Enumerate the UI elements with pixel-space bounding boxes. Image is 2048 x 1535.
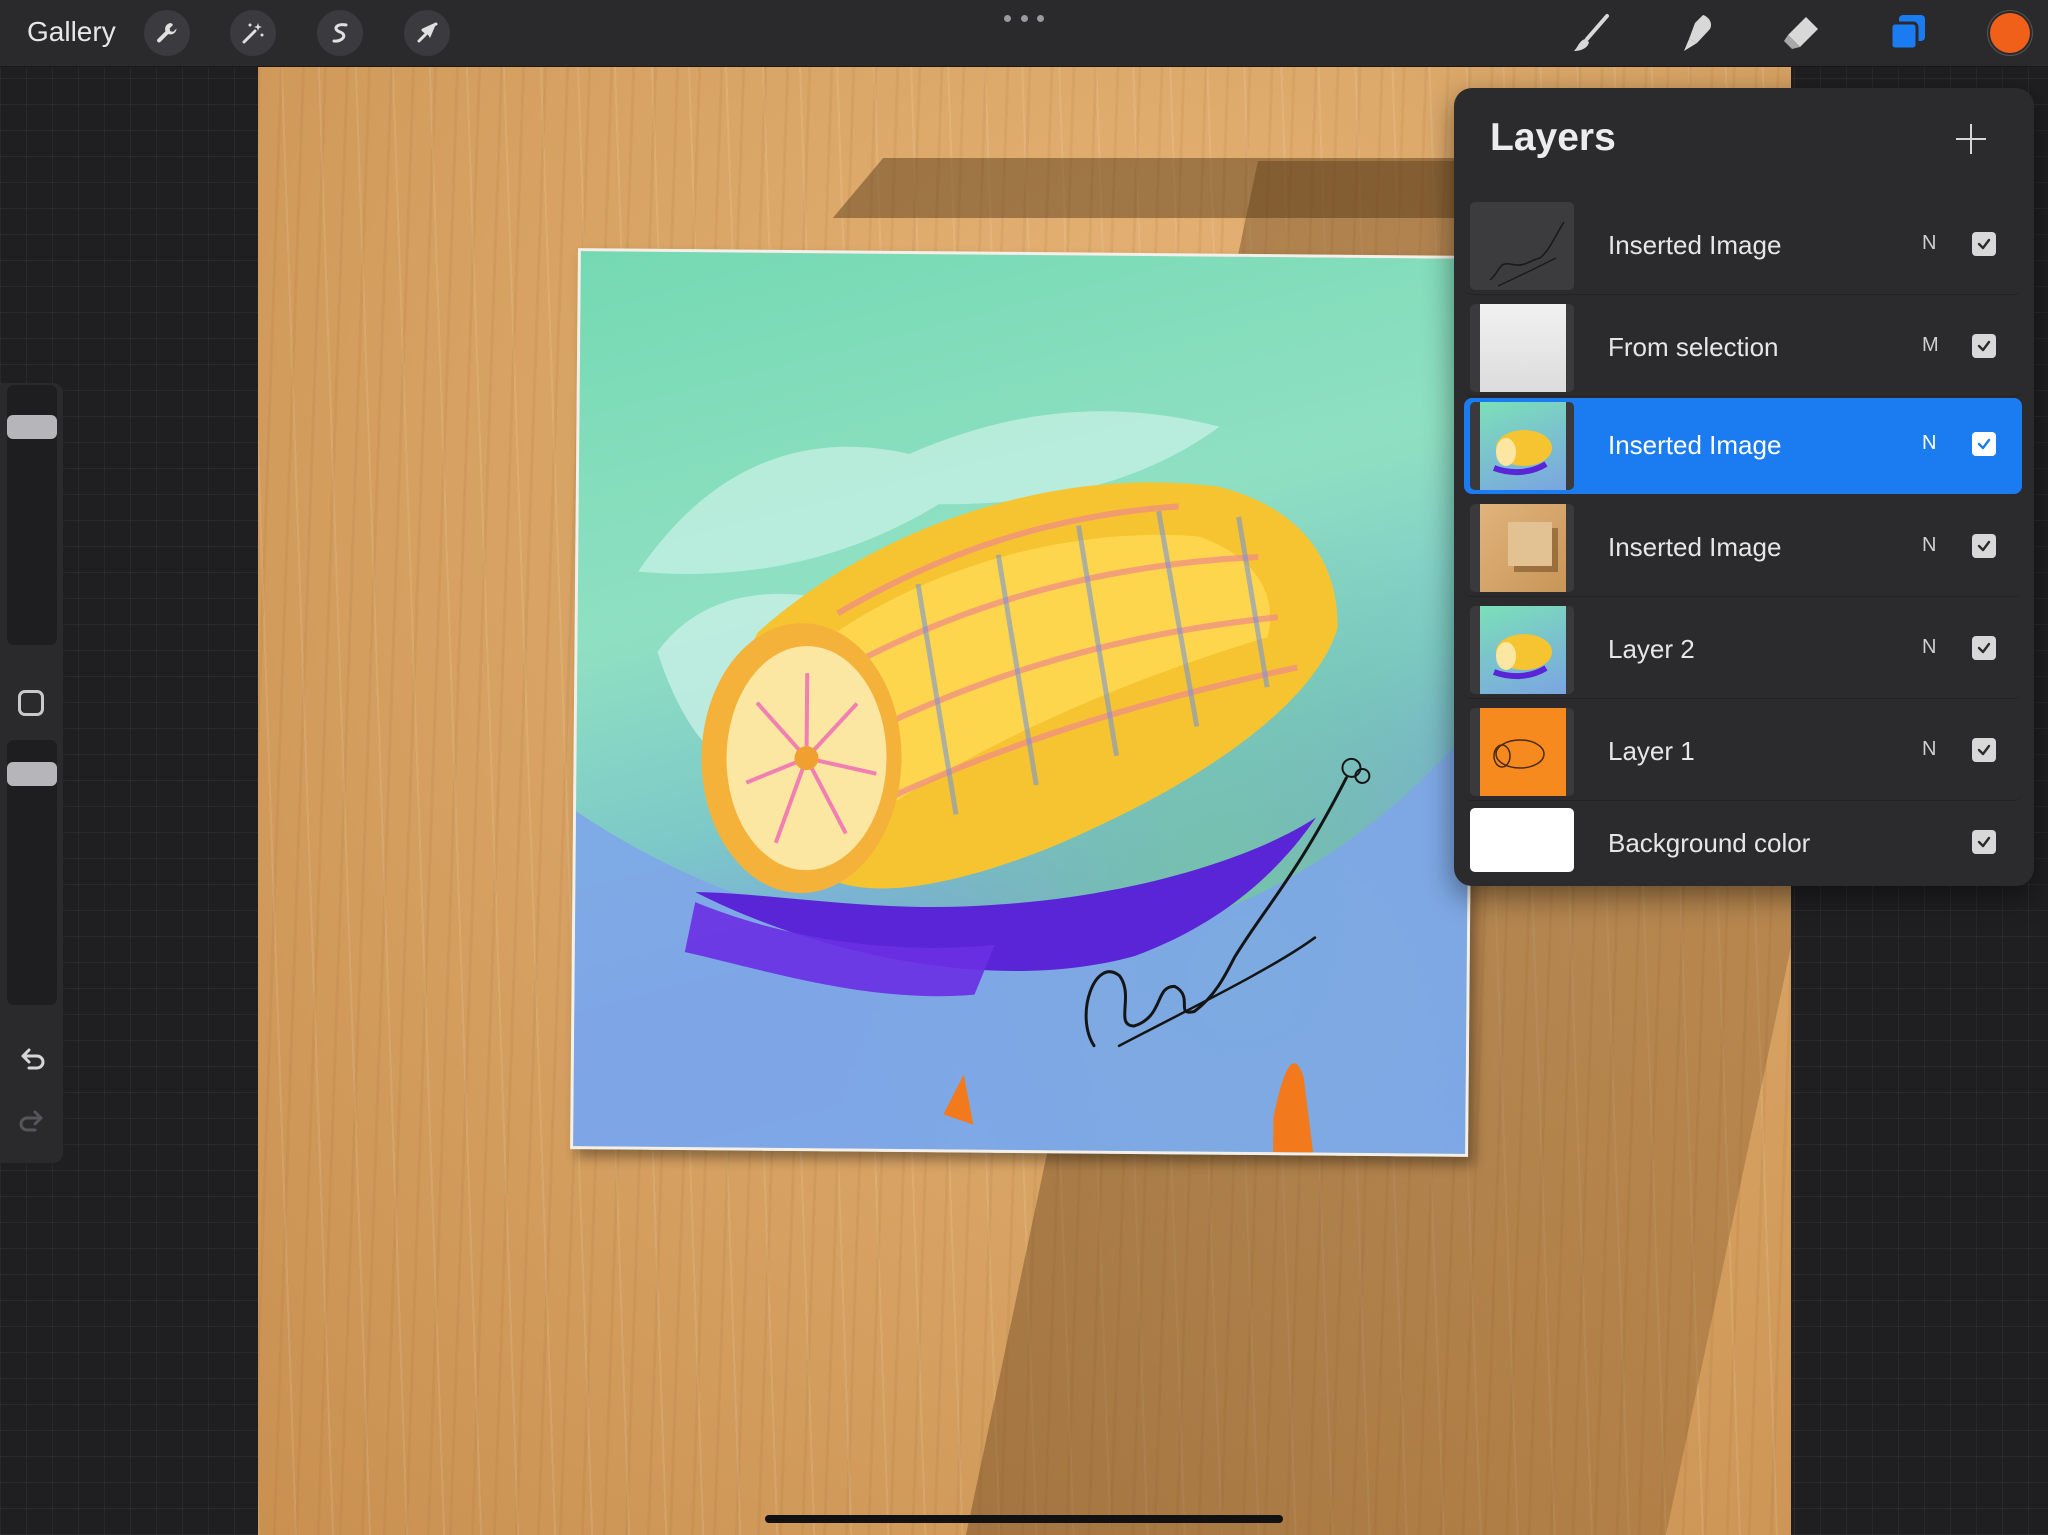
visibility-checkbox[interactable] [1972,432,1996,456]
layer-name: From selection [1608,332,1779,362]
layers-icon[interactable] [1882,8,1932,58]
layer-row[interactable]: Background color [1464,796,2022,892]
layer-row[interactable]: Inserted Image N [1464,500,2022,597]
layer-name: Inserted Image [1608,532,1782,562]
plus-icon[interactable] [1954,122,1988,156]
opacity-thumb[interactable] [7,762,57,786]
layer-row[interactable]: From selection M [1464,300,2022,397]
layer-row[interactable]: Inserted Image N [1464,198,2022,295]
layer-name: Inserted Image [1608,430,1782,460]
brush-icon[interactable] [1566,8,1616,58]
layer-thumbnail[interactable] [1470,504,1574,592]
blend-mode-button[interactable]: M [1922,334,1939,357]
undo-icon[interactable] [14,1041,50,1077]
blend-mode-button[interactable]: N [1922,432,1936,455]
checkmark-icon [1977,744,1991,756]
blend-mode-button[interactable]: N [1922,534,1936,557]
gallery-button[interactable]: Gallery [27,16,116,48]
arrow-cursor-icon[interactable] [404,10,450,56]
opacity-slider[interactable] [7,740,57,1005]
checkmark-icon [1977,642,1991,654]
corn-painting [570,248,1476,1157]
blend-mode-button[interactable]: N [1922,636,1936,659]
layer-name: Background color [1608,828,1811,858]
modify-button[interactable] [18,690,44,716]
layer-row[interactable]: Layer 1 N [1464,704,2022,801]
layer-name: Layer 1 [1608,736,1695,766]
layer-name: Inserted Image [1608,230,1782,260]
layer-thumbnail[interactable] [1470,708,1574,796]
color-picker-button[interactable] [1990,13,2030,53]
eraser-icon[interactable] [1777,8,1827,58]
layer-thumbnail[interactable] [1470,402,1574,490]
checkmark-icon [1977,238,1991,250]
visibility-checkbox[interactable] [1972,534,1996,558]
layer-thumbnail[interactable] [1470,808,1574,872]
visibility-checkbox[interactable] [1972,232,1996,256]
layers-panel-title: Layers [1490,116,1616,159]
blend-mode-button[interactable]: N [1922,738,1936,761]
layer-row[interactable]: Layer 2 N [1464,602,2022,699]
top-toolbar: Gallery [0,0,2048,67]
brush-size-slider[interactable] [7,385,57,645]
layers-panel: Layers Inserted Image N From selection M… [1454,88,2034,886]
blend-mode-button[interactable]: N [1922,232,1936,255]
smudge-icon[interactable] [1672,8,1722,58]
checkmark-icon [1977,540,1991,552]
checkmark-icon [1977,340,1991,352]
selection-s-icon[interactable] [317,10,363,56]
checkmark-icon [1977,836,1991,848]
magic-wand-icon[interactable] [230,10,276,56]
visibility-checkbox[interactable] [1972,738,1996,762]
left-sidebar [0,383,63,1163]
brush-size-thumb[interactable] [7,415,57,439]
home-indicator[interactable] [765,1515,1283,1523]
visibility-checkbox[interactable] [1972,334,1996,358]
layer-row-selected[interactable]: Inserted Image N [1464,398,2022,494]
layer-thumbnail[interactable] [1470,202,1574,290]
checkmark-icon [1977,438,1991,450]
layer-name: Layer 2 [1608,634,1695,664]
more-options-icon[interactable] [1004,10,1044,26]
layer-thumbnail[interactable] [1470,606,1574,694]
redo-icon[interactable] [14,1103,50,1139]
layer-thumbnail[interactable] [1470,304,1574,392]
wrench-icon[interactable] [144,10,190,56]
visibility-checkbox[interactable] [1972,830,1996,854]
visibility-checkbox[interactable] [1972,636,1996,660]
